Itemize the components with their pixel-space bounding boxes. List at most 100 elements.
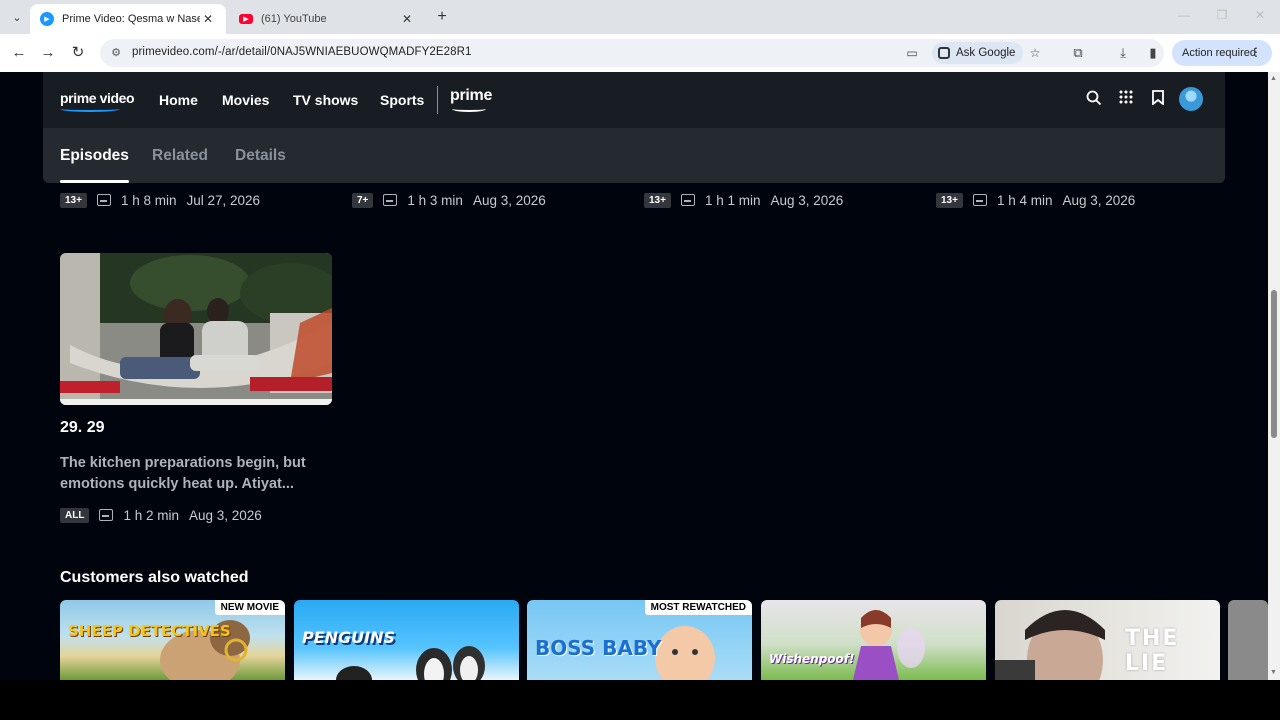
duration: 1 h 4 min — [996, 192, 1053, 208]
scroll-up-icon[interactable]: ▲ — [1270, 75, 1277, 82]
release-date: Aug 3, 2026 — [1062, 192, 1136, 208]
ask-google-button[interactable]: Ask Google — [932, 42, 1024, 64]
duration: 1 h 2 min — [123, 507, 179, 523]
page-scrollbar[interactable]: ▲ ▼ — [1268, 72, 1280, 680]
restore-icon[interactable]: ❐ — [1212, 8, 1232, 22]
episode-meta-row: 13+ 1 h 4 min Aug 3, 2026 — [936, 190, 1135, 210]
subtitles-icon — [383, 194, 398, 206]
card-title: BOSS BABY — [535, 636, 662, 660]
maturity-rating: 7+ — [352, 192, 374, 208]
prime-video-favicon-icon: ▶ — [40, 12, 54, 26]
lens-icon — [938, 47, 950, 59]
browser-toolbar: ← → ↻ ⚙ primevideo.com/-/ar/detail/0NAJ5… — [0, 34, 1280, 72]
prime-badge-text: prime — [450, 87, 493, 104]
search-icon[interactable] — [1084, 90, 1104, 110]
nav-sports[interactable]: Sports — [380, 92, 424, 108]
profile-icon[interactable]: ▮ — [1143, 43, 1163, 63]
maturity-rating: 13+ — [60, 192, 87, 208]
more-menu-icon[interactable]: ⋮ — [1250, 45, 1262, 59]
address-bar[interactable]: ⚙ primevideo.com/-/ar/detail/0NAJ5WNIAEB… — [100, 39, 1164, 67]
release-date: Aug 3, 2026 — [770, 192, 844, 208]
tab-related[interactable]: Related — [152, 147, 208, 165]
close-window-icon[interactable]: ✕ — [1250, 8, 1270, 22]
active-tab-indicator — [60, 180, 129, 183]
url-text[interactable]: primevideo.com/-/ar/detail/0NAJ5WNIAEBUO… — [132, 46, 472, 58]
browser-tab-prime[interactable]: ▶ Prime Video: Qesma w Naseeb ✕ — [30, 4, 226, 34]
maturity-rating: ALL — [60, 507, 90, 523]
prime-badge[interactable]: prime — [450, 87, 493, 112]
forward-icon[interactable]: → — [38, 43, 58, 63]
duration: 1 h 8 min — [120, 192, 177, 208]
prime-video-logo[interactable]: prime video — [60, 90, 135, 112]
subtitles-icon — [680, 194, 695, 206]
close-tab-icon[interactable]: ✕ — [399, 12, 415, 26]
title-card[interactable]: BOSS BABY MOST REWATCHED — [527, 600, 752, 680]
nav-divider — [437, 86, 438, 114]
reload-icon[interactable]: ↻ — [68, 43, 88, 63]
subtitles-icon — [96, 194, 111, 206]
section-title-also-watched: Customers also watched — [60, 569, 249, 586]
apps-grid-icon[interactable] — [1116, 90, 1136, 110]
title-card[interactable]: THE LIE — [995, 600, 1220, 680]
title-card[interactable]: PENGUINS — [294, 600, 519, 680]
logo-smile — [60, 106, 120, 112]
episode-meta-row: 13+ 1 h 8 min Jul 27, 2026 — [60, 190, 260, 210]
nav-movies[interactable]: Movies — [222, 92, 269, 108]
card-title: SHEEP DETECTIVES — [68, 622, 231, 640]
site-info-icon[interactable]: ⚙ — [108, 45, 124, 61]
browser-tab-youtube[interactable]: ▶ (61) YouTube ✕ — [229, 4, 425, 34]
tab-title: (61) YouTube — [261, 13, 327, 25]
subtitles-icon — [99, 509, 114, 521]
bookmark-star-icon[interactable]: ☆ — [1026, 44, 1044, 62]
title-card[interactable]: SHEEP DETECTIVES NEW MOVIE — [60, 600, 285, 680]
title-card[interactable]: Wishenpoof! — [761, 600, 986, 680]
ask-google-label: Ask Google — [956, 47, 1016, 59]
action-required-button[interactable]: Action required ⋮ — [1172, 40, 1272, 66]
card-title: PENGUINS — [302, 628, 396, 647]
episode-meta-row: 7+ 1 h 3 min Aug 3, 2026 — [352, 190, 546, 210]
scrollbar-thumb[interactable] — [1271, 290, 1277, 438]
episode-description: The kitchen preparations begin, but emot… — [60, 455, 306, 492]
release-date: Aug 3, 2026 — [188, 507, 262, 523]
close-tab-icon[interactable]: ✕ — [200, 12, 216, 26]
prime-smile — [452, 106, 486, 112]
nav-home[interactable]: Home — [159, 92, 198, 108]
prime-video-header: prime video Home Movies TV shows Sports … — [43, 72, 1225, 128]
new-tab-button[interactable]: + — [432, 8, 452, 26]
page-content: prime video Home Movies TV shows Sports … — [0, 72, 1268, 680]
tab-search-button[interactable]: ⌄ — [6, 7, 28, 27]
extensions-icon[interactable]: ⧉ — [1068, 43, 1088, 63]
minimize-icon[interactable]: — — [1174, 8, 1194, 22]
episode-meta-row: 13+ 1 h 1 min Aug 3, 2026 — [644, 190, 843, 210]
logo-text: prime video — [60, 90, 135, 106]
maturity-rating: 13+ — [644, 192, 671, 208]
tab-title: Prime Video: Qesma w Naseeb — [62, 13, 200, 25]
action-required-label: Action required — [1182, 47, 1256, 59]
subtitles-icon — [972, 194, 987, 206]
watchlist-bookmark-icon[interactable] — [1148, 90, 1168, 110]
card-title: Wishenpoof! — [769, 652, 855, 666]
install-app-icon[interactable]: ▭ — [903, 44, 921, 62]
episode-meta-row: ALL 1 h 2 min Aug 3, 2026 — [60, 505, 262, 525]
tab-details[interactable]: Details — [235, 147, 286, 165]
duration: 1 h 3 min — [407, 192, 463, 208]
detail-subtabs: Episodes Related Details — [43, 128, 1225, 183]
episode-thumbnail[interactable] — [60, 253, 332, 405]
nav-tv-shows[interactable]: TV shows — [293, 92, 358, 108]
episode-title[interactable]: 29. 29 — [60, 419, 104, 437]
browser-tab-bar: ⌄ ▶ Prime Video: Qesma w Naseeb ✕ ▶ (61)… — [0, 0, 1280, 34]
card-badge: MOST REWATCHED — [644, 600, 752, 615]
title-card-partial[interactable] — [1228, 600, 1268, 680]
release-date: Aug 3, 2026 — [472, 192, 546, 208]
profile-avatar[interactable] — [1179, 87, 1203, 111]
tab-episodes[interactable]: Episodes — [60, 147, 129, 165]
youtube-favicon-icon: ▶ — [239, 14, 253, 24]
download-icon[interactable]: ⤓ — [1113, 43, 1133, 63]
release-date: Jul 27, 2026 — [186, 192, 261, 208]
card-title: THE LIE — [1125, 626, 1180, 676]
maturity-rating: 13+ — [936, 192, 963, 208]
duration: 1 h 1 min — [704, 192, 761, 208]
card-badge: NEW MOVIE — [214, 600, 285, 615]
back-icon[interactable]: ← — [9, 43, 29, 63]
scroll-down-icon[interactable]: ▼ — [1270, 669, 1277, 676]
